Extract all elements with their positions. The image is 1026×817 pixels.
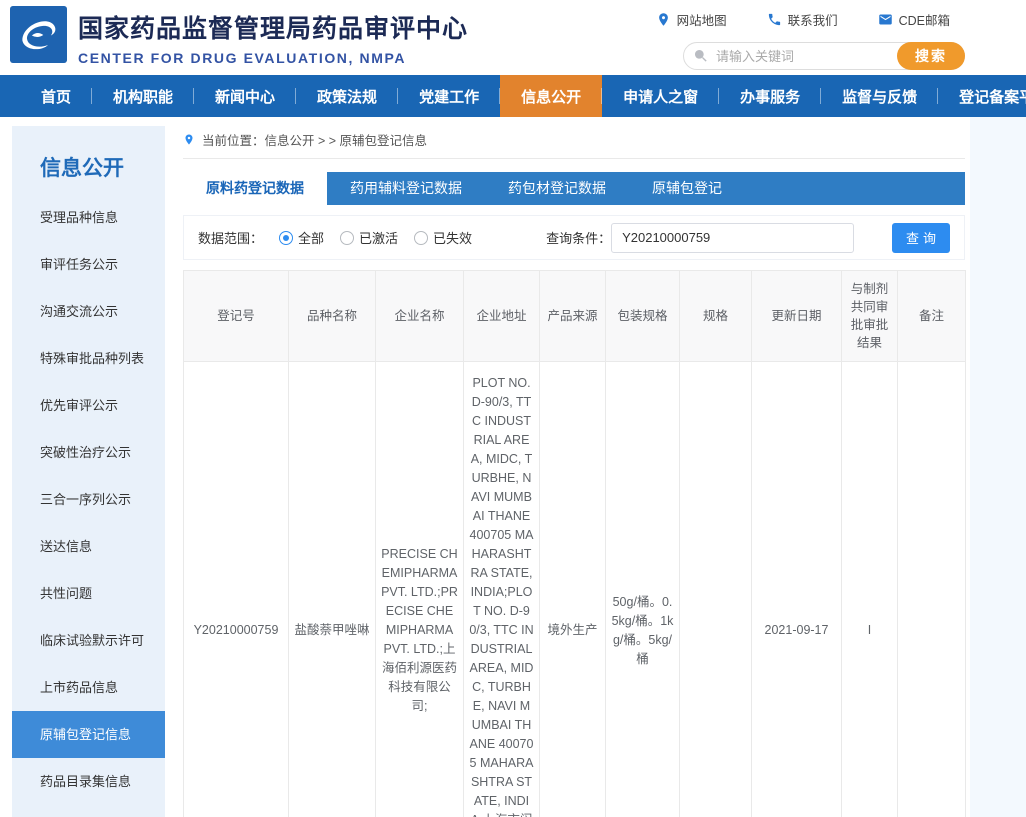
cell-update-date: 2021-09-17 bbox=[752, 362, 842, 817]
sidebar-item-raw-excipient-registration[interactable]: 原辅包登记信息 bbox=[12, 711, 165, 758]
sidebar-item-accepted-varieties[interactable]: 受理品种信息 bbox=[12, 194, 165, 241]
site-search: 搜索 bbox=[683, 42, 965, 70]
col-remark: 备注 bbox=[898, 271, 966, 362]
sidebar-item-breakthrough-therapy[interactable]: 突破性治疗公示 bbox=[12, 429, 165, 476]
query-label: 查询条件： bbox=[546, 228, 611, 247]
tab-api-registration[interactable]: 原料药登记数据 bbox=[183, 172, 327, 205]
radio-activated[interactable]: 已激活 bbox=[340, 228, 398, 247]
query-search-button[interactable]: 查询 bbox=[892, 223, 950, 253]
breadcrumb: 当前位置：信息公开 > > 原辅包登记信息 bbox=[183, 130, 965, 159]
cell-company-name: PRECISE CHEMIPHARMA PVT. LTD.;PRECISE CH… bbox=[376, 362, 464, 817]
radio-icon bbox=[340, 231, 354, 245]
search-icon bbox=[693, 48, 709, 64]
radio-expired[interactable]: 已失效 bbox=[414, 228, 472, 247]
cde-mail-link[interactable]: CDE邮箱 bbox=[878, 10, 950, 29]
location-pin-icon bbox=[183, 132, 195, 147]
tab-packaging-registration[interactable]: 药包材登记数据 bbox=[485, 172, 629, 205]
site-search-button[interactable]: 搜索 bbox=[897, 42, 965, 70]
data-tabs: 原料药登记数据 药用辅料登记数据 药包材登记数据 原辅包登记 bbox=[183, 172, 965, 205]
location-pin-icon bbox=[656, 12, 671, 27]
sidebar: 信息公开 受理品种信息 审评任务公示 沟通交流公示 特殊审批品种列表 优先审评公… bbox=[12, 126, 165, 817]
cell-variety-name: 盐酸萘甲唑啉 bbox=[289, 362, 376, 817]
scope-label: 数据范围： bbox=[198, 228, 263, 247]
tab-excipient-registration[interactable]: 药用辅料登记数据 bbox=[327, 172, 485, 205]
query-input[interactable] bbox=[611, 223, 854, 253]
col-registration-no: 登记号 bbox=[184, 271, 289, 362]
col-spec: 规格 bbox=[680, 271, 752, 362]
sidebar-item-three-in-one[interactable]: 三合一序列公示 bbox=[12, 476, 165, 523]
col-joint-review-result: 与制剂共同审批审批结果 bbox=[842, 271, 898, 362]
radio-all[interactable]: 全部 bbox=[279, 228, 324, 247]
phone-icon bbox=[767, 12, 782, 27]
col-update-date: 更新日期 bbox=[752, 271, 842, 362]
sidebar-item-delivery-info[interactable]: 送达信息 bbox=[12, 523, 165, 570]
site-subtitle: CENTER FOR DRUG EVALUATION, NMPA bbox=[78, 50, 468, 66]
right-margin bbox=[970, 117, 1026, 817]
nav-item-supervision[interactable]: 监督与反馈 bbox=[821, 75, 938, 117]
sidebar-item-special-approval[interactable]: 特殊审批品种列表 bbox=[12, 335, 165, 382]
contact-us-link[interactable]: 联系我们 bbox=[767, 10, 838, 29]
cell-joint-review-result: I bbox=[842, 362, 898, 817]
radio-icon bbox=[279, 231, 293, 245]
nav-item-registration-platform[interactable]: 登记备案平台 bbox=[938, 75, 1026, 117]
table-row: Y20210000759 盐酸萘甲唑啉 PRECISE CHEMIPHARMA … bbox=[184, 362, 966, 817]
table-header-row: 登记号 品种名称 企业名称 企业地址 产品来源 包装规格 规格 更新日期 与制剂… bbox=[184, 271, 966, 362]
filter-bar: 数据范围： 全部 已激活 已失效 查询条件： 查询 bbox=[183, 215, 965, 260]
cde-mail-label: CDE邮箱 bbox=[899, 10, 950, 29]
nav-item-news[interactable]: 新闻中心 bbox=[194, 75, 296, 117]
col-variety-name: 品种名称 bbox=[289, 271, 376, 362]
nav-item-policy[interactable]: 政策法规 bbox=[296, 75, 398, 117]
main-nav: 首页 机构职能 新闻中心 政策法规 党建工作 信息公开 申请人之窗 办事服务 监… bbox=[0, 75, 1026, 117]
sidebar-item-key-work[interactable]: 重点工作 bbox=[12, 805, 165, 817]
contact-us-label: 联系我们 bbox=[788, 10, 838, 29]
sidebar-title: 信息公开 bbox=[12, 126, 165, 194]
cell-remark bbox=[898, 362, 966, 817]
sidebar-item-priority-review[interactable]: 优先审评公示 bbox=[12, 382, 165, 429]
nav-item-party[interactable]: 党建工作 bbox=[398, 75, 500, 117]
mail-icon bbox=[878, 12, 893, 27]
sidebar-item-marketed-drugs[interactable]: 上市药品信息 bbox=[12, 664, 165, 711]
radio-icon bbox=[414, 231, 428, 245]
site-header: 国家药品监督管理局药品审评中心 CENTER FOR DRUG EVALUATI… bbox=[0, 0, 1026, 75]
sidebar-item-communication[interactable]: 沟通交流公示 bbox=[12, 288, 165, 335]
nav-item-services[interactable]: 办事服务 bbox=[719, 75, 821, 117]
sidebar-item-review-tasks[interactable]: 审评任务公示 bbox=[12, 241, 165, 288]
site-title: 国家药品监督管理局药品审评中心 bbox=[78, 9, 468, 45]
sitemap-link[interactable]: 网站地图 bbox=[656, 10, 727, 29]
sidebar-item-drug-catalog[interactable]: 药品目录集信息 bbox=[12, 758, 165, 805]
cde-logo-icon bbox=[10, 6, 67, 63]
cell-spec bbox=[680, 362, 752, 817]
nav-item-applicant-window[interactable]: 申请人之窗 bbox=[602, 75, 719, 117]
cell-packaging-spec: 50g/桶。0.5kg/桶。1kg/桶。5kg/桶 bbox=[606, 362, 680, 817]
sidebar-item-common-issues[interactable]: 共性问题 bbox=[12, 570, 165, 617]
sidebar-item-clinical-trial-permission[interactable]: 临床试验默示许可 bbox=[12, 617, 165, 664]
nav-item-info-disclosure[interactable]: 信息公开 bbox=[500, 75, 602, 117]
nav-item-home[interactable]: 首页 bbox=[20, 75, 92, 117]
col-packaging-spec: 包装规格 bbox=[606, 271, 680, 362]
cell-registration-no: Y20210000759 bbox=[184, 362, 289, 817]
site-title-block: 国家药品监督管理局药品审评中心 CENTER FOR DRUG EVALUATI… bbox=[78, 9, 468, 66]
col-product-source: 产品来源 bbox=[540, 271, 606, 362]
main-content: 当前位置：信息公开 > > 原辅包登记信息 原料药登记数据 药用辅料登记数据 药… bbox=[183, 130, 965, 817]
nav-item-functions[interactable]: 机构职能 bbox=[92, 75, 194, 117]
registration-table: 登记号 品种名称 企业名称 企业地址 产品来源 包装规格 规格 更新日期 与制剂… bbox=[183, 270, 966, 817]
breadcrumb-text: 当前位置：信息公开 > > 原辅包登记信息 bbox=[202, 130, 427, 149]
header-quick-links: 网站地图 联系我们 CDE邮箱 bbox=[656, 10, 950, 29]
cell-product-source: 境外生产 bbox=[540, 362, 606, 817]
tab-raw-excipient-pack[interactable]: 原辅包登记 bbox=[629, 172, 745, 205]
col-company-name: 企业名称 bbox=[376, 271, 464, 362]
cell-company-address: PLOT NO. D-90/3, TTC INDUSTRIAL AREA, MI… bbox=[464, 362, 540, 817]
col-company-address: 企业地址 bbox=[464, 271, 540, 362]
sitemap-label: 网站地图 bbox=[677, 10, 727, 29]
